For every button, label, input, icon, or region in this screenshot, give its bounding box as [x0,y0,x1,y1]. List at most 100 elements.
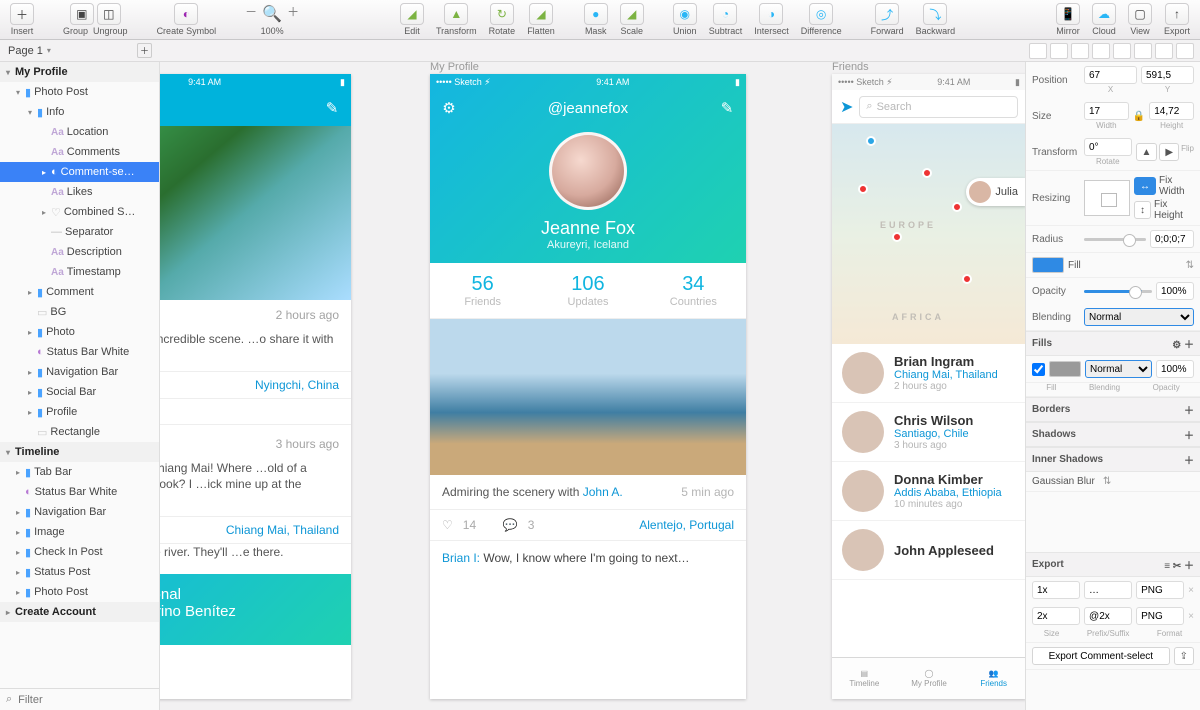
add-icon[interactable]: ＋ [1184,427,1194,442]
gear-icon[interactable]: ⚙ [1172,340,1181,351]
layer-separator[interactable]: —Separator [0,222,159,242]
flip-h-icon[interactable]: ▲ [1136,143,1158,161]
friend-row[interactable]: Brian IngramChiang Mai, Thailand2 hours … [832,344,1025,403]
radius-slider[interactable] [1084,238,1146,241]
fix-width-toggle[interactable]: ↔ [1134,177,1156,195]
layer-description[interactable]: AaDescription [0,242,159,262]
page-selector[interactable]: Page 1▾ ＋ [0,43,160,58]
layer-timestamp[interactable]: AaTimestamp [0,262,159,282]
layer-image[interactable]: ▸▮Image [0,522,159,542]
remove-icon[interactable]: × [1188,585,1194,596]
export-button[interactable]: Export Comment-select [1032,647,1170,665]
layer-location[interactable]: AaLocation [0,122,159,142]
friend-row[interactable]: Chris WilsonSantiago, Chile3 hours ago [832,403,1025,462]
dropdown-icon[interactable]: ⇅ [1186,260,1194,271]
fill-opacity-input[interactable] [1156,360,1194,378]
layer-combined[interactable]: ▸♡Combined S… [0,202,159,222]
export-format-input[interactable] [1136,607,1184,625]
blending-select[interactable]: Normal [1084,308,1194,326]
layer-socialbar[interactable]: ▸▮Social Bar [0,382,159,402]
comment-icon[interactable]: 💬 [503,518,518,532]
toolbar-difference[interactable]: ◎Difference [797,3,846,36]
layer-comment-select[interactable]: ▸◐Comment-se… [0,162,159,182]
layer-photo[interactable]: ▸▮Photo [0,322,159,342]
toolbar-group[interactable]: ▣ ◫ Group Ungroup [59,3,132,36]
add-icon[interactable]: ＋ [1184,402,1194,417]
map-pin-icon[interactable] [892,232,902,242]
gear-icon[interactable]: ⚙ [440,99,458,117]
toolbar-view[interactable]: ▢View [1124,3,1156,36]
map-view[interactable]: EUROPE AFRICA Julia [832,124,1025,344]
friend-row[interactable]: Donna KimberAddis Ababa, Ethiopia10 minu… [832,462,1025,521]
toolbar-export[interactable]: ↑Export [1160,3,1194,36]
resizing-control[interactable] [1084,180,1130,216]
layer-statusbar[interactable]: ◐Status Bar White [0,342,159,362]
align-top-icon[interactable] [1092,43,1110,59]
opacity-input[interactable] [1156,282,1194,300]
toolbar-forward[interactable]: ⤴Forward [867,3,908,36]
knife-icon[interactable]: ≡ [1164,561,1170,572]
opacity-slider[interactable] [1084,290,1152,293]
fill-color-swatch[interactable] [1049,361,1081,377]
layers-list[interactable]: ▾My Profile ▾▮Photo Post ▾▮Info AaLocati… [0,62,159,688]
align-center-v-icon[interactable] [1113,43,1131,59]
stat-countries[interactable]: 34Countries [641,263,746,318]
distribute-h-icon[interactable] [1155,43,1173,59]
position-y-input[interactable] [1141,66,1194,84]
toolbar-flatten[interactable]: ◢Flatten [523,3,559,36]
layer-navbar[interactable]: ▸▮Navigation Bar [0,362,159,382]
toolbar-intersect[interactable]: ◑Intersect [750,3,793,36]
friend-row[interactable]: John Appleseed [832,521,1025,580]
toolbar-create-symbol[interactable]: ◐ Create Symbol [153,3,221,36]
canvas[interactable]: ●●●●●9:41 AM▮ TravelMate ✎ …ode2 hours a… [160,62,1025,710]
layer-info[interactable]: ▾▮Info [0,102,159,122]
toolbar-transform[interactable]: ▲Transform [432,3,481,36]
align-left-icon[interactable] [1029,43,1047,59]
height-input[interactable] [1149,102,1194,120]
toolbar-subtract[interactable]: ◔Subtract [705,3,747,36]
export-format-input[interactable] [1136,581,1184,599]
toolbar-edit[interactable]: ◢Edit [396,3,428,36]
filter-input[interactable] [18,694,160,706]
stat-updates[interactable]: 106Updates [535,263,640,318]
layer-comment-folder[interactable]: ▸▮Comment [0,282,159,302]
add-icon[interactable]: ＋ [1184,452,1194,467]
align-center-h-icon[interactable] [1050,43,1068,59]
export-size-input[interactable] [1032,581,1080,599]
layer-group-create-account[interactable]: ▸Create Account [0,602,159,622]
fill-enabled-checkbox[interactable] [1032,363,1045,376]
layer-checkin[interactable]: ▸▮Check In Post [0,542,159,562]
toolbar-insert[interactable]: ＋ Insert [6,3,38,36]
toolbar-mirror[interactable]: 📱Mirror [1052,3,1084,36]
lock-icon[interactable]: 🔒 [1133,111,1145,122]
tab-profile[interactable]: ◯My Profile [897,658,962,699]
export-prefix-input[interactable] [1084,581,1132,599]
radius-input[interactable] [1150,230,1194,248]
toolbar-scale[interactable]: ◢Scale [616,3,648,36]
layer-rectangle[interactable]: ▭Rectangle [0,422,159,442]
toolbar-mask[interactable]: ●Mask [580,3,612,36]
align-bottom-icon[interactable] [1134,43,1152,59]
toolbar-rotate[interactable]: ↻Rotate [485,3,520,36]
layer-group-myprofile[interactable]: ▾My Profile [0,62,159,82]
locate-icon[interactable]: ➤ [840,97,853,117]
fill-swatch[interactable] [1032,257,1064,273]
map-pin-icon[interactable] [962,274,972,284]
heart-icon[interactable]: ♡ [442,518,453,532]
layer-group-timeline[interactable]: ▾Timeline [0,442,159,462]
layer-statuspost[interactable]: ▸▮Status Post [0,562,159,582]
position-x-input[interactable] [1084,66,1137,84]
map-pin-icon[interactable] [922,168,932,178]
fix-height-toggle[interactable]: ↕ [1134,201,1151,219]
layer-profile[interactable]: ▸▮Profile [0,402,159,422]
export-size-input[interactable] [1032,607,1080,625]
layer-photopost[interactable]: ▸▮Photo Post [0,582,159,602]
layer-navbar-2[interactable]: ▸▮Navigation Bar [0,502,159,522]
add-page-icon[interactable]: ＋ [137,43,152,58]
dropdown-icon[interactable]: ⇅ [1103,476,1111,487]
layer-bg[interactable]: ▭BG [0,302,159,322]
toolbar-union[interactable]: ◉Union [669,3,701,36]
layer-likes[interactable]: AaLikes [0,182,159,202]
layer-tabbar[interactable]: ▸▮Tab Bar [0,462,159,482]
align-right-icon[interactable] [1071,43,1089,59]
